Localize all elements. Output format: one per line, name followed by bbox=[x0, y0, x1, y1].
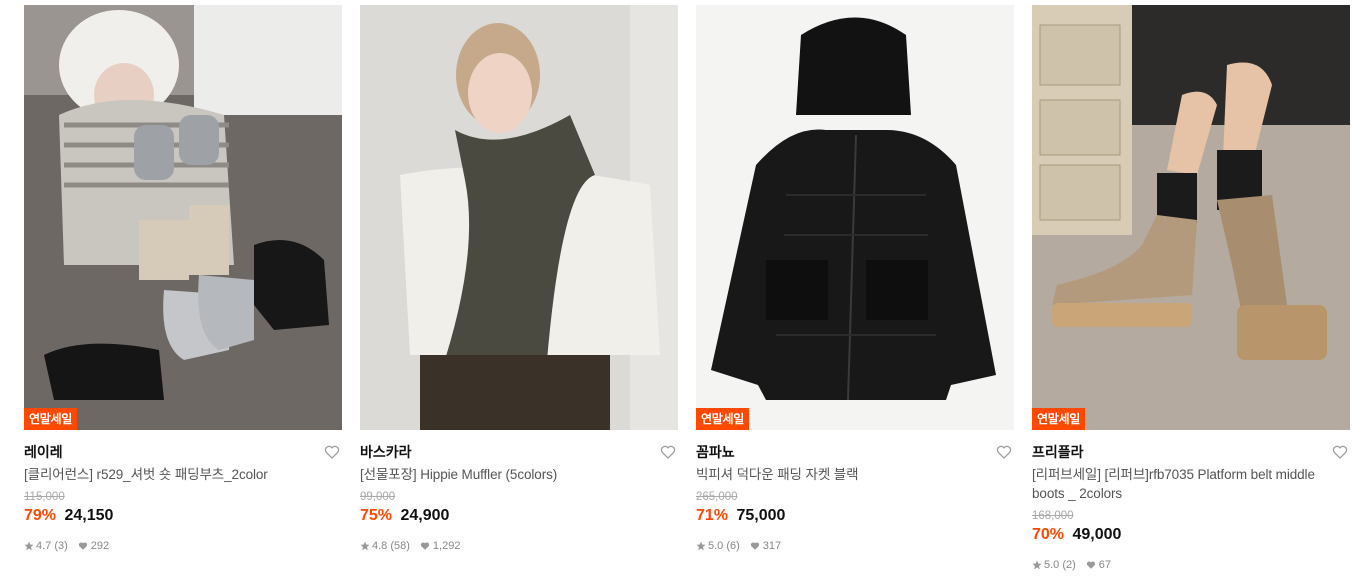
sale-badge: 연말세일 bbox=[1032, 408, 1085, 430]
platform-boots-photo-icon bbox=[1032, 5, 1350, 430]
star-icon bbox=[1032, 560, 1042, 570]
brand-name[interactable]: 레이레 bbox=[24, 443, 342, 461]
sale-badge: 연말세일 bbox=[696, 408, 749, 430]
discount-rate: 70% bbox=[1032, 526, 1065, 543]
product-card[interactable]: 연말세일 프리플라 [리퍼브세일] [리퍼브]rfb7035 Platform … bbox=[1032, 5, 1350, 572]
like-heart-icon bbox=[420, 542, 430, 550]
original-price: 265,000 bbox=[696, 491, 738, 503]
rating: 4.8 (58) bbox=[372, 540, 410, 552]
sale-badge: 연말세일 bbox=[24, 408, 77, 430]
product-name[interactable]: [선물포장] Hippie Muffler (5colors) bbox=[360, 465, 678, 484]
review-meta: 5.0 (2) 67 bbox=[1032, 558, 1350, 572]
like-count: 67 bbox=[1098, 559, 1112, 571]
product-card[interactable]: 바스카라 [선물포장] Hippie Muffler (5colors) 99,… bbox=[360, 5, 678, 553]
price-line: 79% 24,150 bbox=[24, 505, 342, 527]
product-name[interactable]: [클리어런스] r529_셔벗 숏 패딩부츠_2color bbox=[24, 465, 342, 484]
product-image[interactable] bbox=[360, 5, 678, 430]
heart-icon[interactable] bbox=[660, 444, 676, 460]
original-price: 99,000 bbox=[360, 491, 396, 503]
original-price: 115,000 bbox=[24, 491, 65, 503]
product-info: 레이레 [클리어런스] r529_셔벗 숏 패딩부츠_2color 115,00… bbox=[24, 430, 342, 553]
sale-price: 49,000 bbox=[1072, 526, 1122, 543]
product-info: 프리플라 [리퍼브세일] [리퍼브]rfb7035 Platform belt … bbox=[1032, 430, 1350, 572]
rating: 5.0 (6) bbox=[708, 540, 740, 552]
star-icon bbox=[360, 541, 370, 551]
discount-rate: 71% bbox=[696, 507, 729, 524]
like-heart-icon bbox=[78, 542, 87, 550]
product-card[interactable]: 연말세일 레이레 [클리어런스] r529_셔벗 숏 패딩부츠_2color 1… bbox=[24, 5, 342, 553]
sale-price: 24,150 bbox=[64, 507, 114, 524]
rating: 5.0 (2) bbox=[1044, 559, 1076, 571]
star-icon bbox=[696, 541, 706, 551]
brand-name[interactable]: 프리플라 bbox=[1032, 443, 1350, 461]
heart-icon[interactable] bbox=[996, 444, 1012, 460]
product-info: 바스카라 [선물포장] Hippie Muffler (5colors) 99,… bbox=[360, 430, 678, 553]
like-heart-icon bbox=[750, 542, 759, 550]
brand-name[interactable]: 꼼파뇨 bbox=[696, 443, 1014, 461]
review-meta: 5.0 (6) 317 bbox=[696, 539, 1014, 553]
product-card[interactable]: 연말세일 꼼파뇨 빅피셔 덕다운 패딩 자켓 블랙 265,000 71% 75… bbox=[696, 5, 1014, 553]
review-meta: 4.8 (58) 1,292 bbox=[360, 539, 678, 553]
price-line: 71% 75,000 bbox=[696, 505, 1014, 527]
product-name[interactable]: 빅피셔 덕다운 패딩 자켓 블랙 bbox=[696, 465, 1014, 484]
discount-rate: 75% bbox=[360, 507, 393, 524]
review-meta: 4.7 (3) 292 bbox=[24, 539, 342, 553]
price-line: 75% 24,900 bbox=[360, 505, 678, 527]
sale-price: 24,900 bbox=[400, 507, 450, 524]
brand-name[interactable]: 바스카라 bbox=[360, 443, 678, 461]
padded-boots-photo-icon bbox=[24, 5, 342, 430]
scarf-model-photo-icon bbox=[360, 5, 678, 430]
heart-icon[interactable] bbox=[324, 444, 340, 460]
like-count: 317 bbox=[762, 540, 782, 552]
discount-rate: 79% bbox=[24, 507, 57, 524]
product-image[interactable]: 연말세일 bbox=[1032, 5, 1350, 430]
product-info: 꼼파뇨 빅피셔 덕다운 패딩 자켓 블랙 265,000 71% 75,000 … bbox=[696, 430, 1014, 553]
product-grid: 연말세일 레이레 [클리어런스] r529_셔벗 숏 패딩부츠_2color 1… bbox=[0, 0, 1362, 586]
black-puffer-jacket-photo-icon bbox=[696, 5, 1014, 430]
original-price: 168,000 bbox=[1032, 510, 1074, 522]
heart-icon[interactable] bbox=[1332, 444, 1348, 460]
product-image[interactable]: 연말세일 bbox=[24, 5, 342, 430]
like-heart-icon bbox=[1086, 561, 1095, 569]
product-image[interactable]: 연말세일 bbox=[696, 5, 1014, 430]
like-count: 1,292 bbox=[432, 540, 461, 552]
like-count: 292 bbox=[90, 540, 110, 552]
sale-price: 75,000 bbox=[736, 507, 786, 524]
product-name[interactable]: [리퍼브세일] [리퍼브]rfb7035 Platform belt middl… bbox=[1032, 465, 1350, 503]
rating: 4.7 (3) bbox=[36, 540, 68, 552]
star-icon bbox=[24, 541, 34, 551]
price-line: 70% 49,000 bbox=[1032, 524, 1350, 546]
